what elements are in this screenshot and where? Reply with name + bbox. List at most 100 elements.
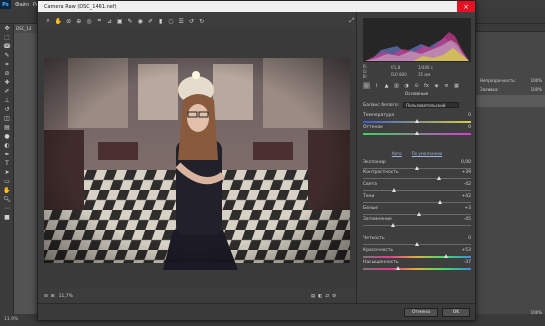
slider-thumb[interactable] — [391, 223, 396, 227]
ok-button[interactable]: OK — [442, 308, 470, 317]
slider-value[interactable]: +42 — [462, 194, 472, 199]
white-balance-icon[interactable]: ⊘ — [64, 16, 72, 27]
eraser-icon[interactable]: ◫ — [0, 114, 14, 123]
slider-thumb[interactable] — [392, 188, 397, 192]
swap-icon[interactable]: ⇄ — [325, 294, 329, 299]
slider-thumb[interactable] — [444, 254, 449, 258]
rotate-left-icon[interactable]: ↺ — [187, 16, 195, 27]
gradient-tool-icon[interactable]: ▤ — [0, 123, 14, 132]
menu-file[interactable]: Файл — [15, 2, 29, 8]
effects-tab-icon[interactable]: fx — [423, 82, 430, 89]
blur-tool-icon[interactable]: ● — [0, 132, 14, 141]
fullscreen-icon[interactable]: ⤢ — [348, 16, 356, 27]
move-tool-icon[interactable]: ✥ — [0, 24, 14, 33]
marquee-tool-icon[interactable]: ⬚ — [0, 33, 14, 42]
dodge-tool-icon[interactable]: ◐ — [0, 141, 14, 150]
hand-tool-icon[interactable]: ✋ — [0, 186, 14, 195]
slider-value[interactable]: 0,00 — [461, 160, 471, 165]
transform-icon[interactable]: ▣ — [116, 16, 124, 27]
brush-tool-icon[interactable]: ✐ — [0, 87, 14, 96]
quick-select-icon[interactable]: ✎ — [0, 51, 14, 60]
slider-track[interactable] — [363, 225, 471, 226]
slider-value[interactable]: +3 — [464, 206, 471, 211]
eyedropper-icon[interactable]: ⊘ — [0, 69, 14, 78]
healing-brush-icon[interactable]: ✚ — [0, 78, 14, 87]
auto-link[interactable]: Авто — [392, 151, 402, 157]
history-brush-icon[interactable]: ↺ — [0, 105, 14, 114]
slider-thumb[interactable] — [436, 176, 441, 180]
photo-preview[interactable] — [38, 30, 356, 289]
before-after-icon[interactable]: ◧ — [318, 294, 322, 299]
slider-thumb[interactable] — [437, 200, 442, 204]
fill-row[interactable]: Заливка: 100% — [476, 85, 545, 94]
targeted-adjust-icon[interactable]: ◎ — [85, 16, 93, 27]
straighten-icon[interactable]: ⊿ — [105, 16, 113, 27]
red-eye-icon[interactable]: ◉ — [136, 16, 144, 27]
more-tools-icon[interactable]: ⋯ — [0, 204, 14, 213]
lens-tab-icon[interactable]: ⊙ — [413, 82, 420, 89]
zoom-minus-icon[interactable]: ⊟ — [44, 294, 48, 299]
path-select-icon[interactable]: ➤ — [0, 168, 14, 177]
default-link[interactable]: По умолчанию — [412, 151, 443, 157]
snapshots-tab-icon[interactable]: ▦ — [453, 82, 460, 89]
slider-thumb[interactable] — [415, 242, 419, 246]
view-mode-icon[interactable]: ▤ — [311, 294, 315, 299]
zoom-icon[interactable]: ⌕ — [44, 16, 52, 27]
slider-track[interactable] — [363, 202, 471, 203]
rotate-right-icon[interactable]: ↻ — [198, 16, 206, 27]
slider-track[interactable] — [363, 178, 471, 179]
slider-thumb[interactable] — [417, 212, 422, 216]
slider-thumb[interactable] — [415, 131, 419, 135]
slider-thumb[interactable] — [415, 119, 419, 123]
zoom-plus-icon[interactable]: ⊞ — [51, 294, 55, 299]
opacity-row[interactable]: Непрозрачность: 100% — [476, 76, 545, 85]
hand-icon[interactable]: ✋ — [54, 16, 62, 27]
zoom-level[interactable]: 11,7% — [59, 294, 73, 299]
radial-filter-icon[interactable]: ○ — [167, 16, 175, 27]
white-balance-select[interactable]: Пользовательский — [403, 102, 460, 108]
color-swatches-icon[interactable]: ■ — [0, 213, 14, 222]
slider-value[interactable]: 0 — [468, 113, 471, 118]
slider-thumb[interactable] — [395, 266, 400, 270]
crop-tool-icon[interactable]: ⌗ — [0, 60, 14, 69]
detail-tab-icon[interactable]: ▲ — [383, 82, 390, 89]
calibration-tab-icon[interactable]: ◈ — [433, 82, 440, 89]
lasso-tool-icon[interactable]: ↈ — [0, 42, 14, 51]
slider-value[interactable]: 0 — [468, 236, 471, 241]
slider-value[interactable]: +53 — [462, 248, 472, 253]
slider-value[interactable]: 0 — [468, 125, 471, 130]
hsl-tab-icon[interactable]: ▥ — [393, 82, 400, 89]
slider-track[interactable] — [363, 190, 471, 191]
basic-tab-icon[interactable]: ◎ — [363, 82, 370, 89]
slider-label: Красочность — [363, 248, 394, 253]
slider-value[interactable]: -45 — [464, 217, 471, 222]
tone-curve-tab-icon[interactable]: ⌇ — [373, 82, 380, 89]
color-sampler-icon[interactable]: ⊕ — [75, 16, 83, 27]
pen-tool-icon[interactable]: ✒ — [0, 150, 14, 159]
fill-value[interactable]: 100% — [531, 87, 542, 92]
cancel-button[interactable]: Отмена — [404, 308, 438, 317]
crop-icon[interactable]: ⌗ — [95, 16, 103, 27]
spot-removal-icon[interactable]: ✎ — [126, 16, 134, 27]
shape-tool-icon[interactable]: ▭ — [0, 177, 14, 186]
split-toning-tab-icon[interactable]: ◑ — [403, 82, 410, 89]
slider-track[interactable] — [363, 256, 471, 258]
slider-tint[interactable]: Оттенок 0 — [363, 125, 471, 138]
opacity-value[interactable]: 100% — [531, 78, 542, 83]
slider-value[interactable]: +39 — [462, 170, 472, 175]
slider-track[interactable] — [363, 268, 471, 270]
preferences-icon[interactable]: ☰ — [177, 16, 185, 27]
close-icon[interactable]: × — [457, 1, 475, 12]
layer-row-active[interactable] — [476, 95, 545, 107]
slider-saturation[interactable]: Насыщенность -37 — [363, 260, 471, 273]
settings-compare-icon[interactable]: ⚙ — [332, 294, 336, 299]
adjustment-brush-icon[interactable]: ✐ — [146, 16, 154, 27]
slider-blacks[interactable]: Затемнение -45 — [363, 217, 471, 230]
slider-value[interactable]: -37 — [464, 260, 471, 265]
presets-tab-icon[interactable]: ≡ — [443, 82, 450, 89]
graduated-filter-icon[interactable]: ▮ — [157, 16, 165, 27]
slider-value[interactable]: -42 — [464, 182, 471, 187]
type-tool-icon[interactable]: T — [0, 159, 14, 168]
clone-stamp-icon[interactable]: ⊥ — [0, 96, 14, 105]
zoom-tool-icon[interactable]: 🔍︎ — [0, 195, 14, 204]
